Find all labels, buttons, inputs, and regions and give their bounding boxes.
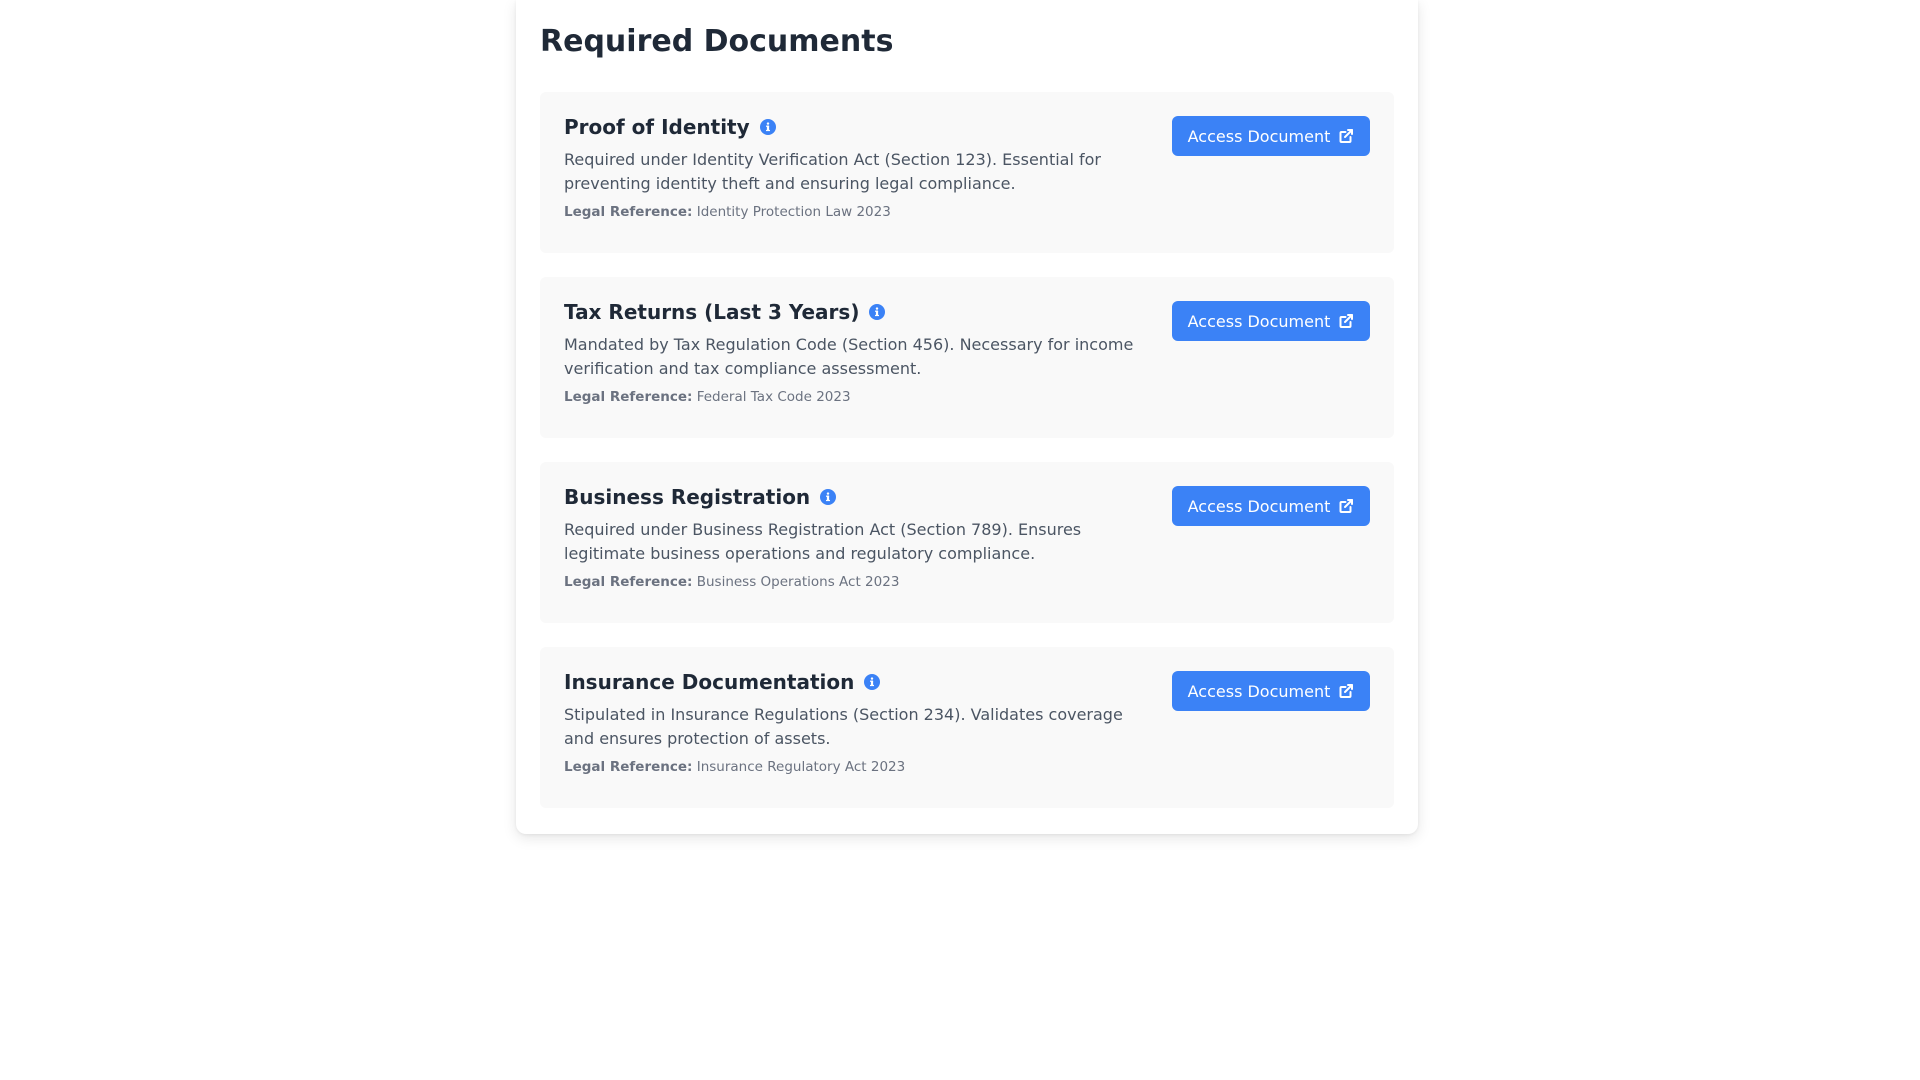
access-document-label: Access Document xyxy=(1187,681,1331,701)
access-document-button[interactable]: Access Document xyxy=(1172,486,1370,526)
document-card-content: Proof of Identity Required under Identit… xyxy=(564,112,1148,222)
document-card-content: Insurance Documentation Stipulated in In… xyxy=(564,667,1148,777)
access-document-label: Access Document xyxy=(1187,126,1331,146)
legal-reference-value: Business Operations Act 2023 xyxy=(696,574,900,590)
legal-reference: Legal Reference: Identity Protection Law… xyxy=(564,202,1148,222)
document-card-tax-returns: Tax Returns (Last 3 Years) Mandated by T… xyxy=(540,277,1394,438)
document-card-content: Tax Returns (Last 3 Years) Mandated by T… xyxy=(564,297,1148,407)
access-document-button[interactable]: Access Document xyxy=(1172,671,1370,711)
legal-reference-label: Legal Reference: xyxy=(564,574,693,590)
legal-reference-value: Identity Protection Law 2023 xyxy=(696,204,891,220)
legal-reference-value: Insurance Regulatory Act 2023 xyxy=(696,759,906,775)
legal-reference-value: Federal Tax Code 2023 xyxy=(696,389,851,405)
document-description: Required under Identity Verification Act… xyxy=(564,150,1101,193)
legal-reference-label: Legal Reference: xyxy=(564,204,693,220)
info-icon[interactable] xyxy=(869,304,886,320)
document-card-proof-of-identity: Proof of Identity Required under Identit… xyxy=(540,92,1394,253)
document-description: Stipulated in Insurance Regulations (Sec… xyxy=(564,705,1123,748)
document-list: Proof of Identity Required under Identit… xyxy=(540,92,1394,808)
access-document-label: Access Document xyxy=(1187,311,1331,331)
access-document-label: Access Document xyxy=(1187,496,1331,516)
access-document-button[interactable]: Access Document xyxy=(1172,116,1370,156)
page-title: Required Documents xyxy=(540,24,894,59)
document-title: Proof of Identity xyxy=(564,115,750,139)
required-documents-panel: Required Documents Proof of Identity Req… xyxy=(516,0,1418,834)
info-icon[interactable] xyxy=(864,674,881,690)
document-card-business-registration: Business Registration Required under Bus… xyxy=(540,462,1394,623)
external-link-icon xyxy=(1338,498,1354,514)
document-title-row: Proof of Identity xyxy=(564,112,1148,142)
document-title: Insurance Documentation xyxy=(564,670,855,694)
legal-reference: Legal Reference: Insurance Regulatory Ac… xyxy=(564,757,1148,777)
legal-reference-label: Legal Reference: xyxy=(564,759,693,775)
external-link-icon xyxy=(1338,313,1354,329)
external-link-icon xyxy=(1338,683,1354,699)
info-icon[interactable] xyxy=(820,489,837,505)
document-title: Tax Returns (Last 3 Years) xyxy=(564,300,860,324)
legal-reference: Legal Reference: Federal Tax Code 2023 xyxy=(564,387,1148,407)
document-card-insurance-documentation: Insurance Documentation Stipulated in In… xyxy=(540,647,1394,808)
legal-reference: Legal Reference: Business Operations Act… xyxy=(564,572,1148,592)
document-title: Business Registration xyxy=(564,485,811,509)
document-title-row: Tax Returns (Last 3 Years) xyxy=(564,297,1148,327)
document-description: Required under Business Registration Act… xyxy=(564,520,1082,563)
document-title-row: Business Registration xyxy=(564,482,1148,512)
access-document-button[interactable]: Access Document xyxy=(1172,301,1370,341)
document-title-row: Insurance Documentation xyxy=(564,667,1148,697)
document-card-content: Business Registration Required under Bus… xyxy=(564,482,1148,592)
info-icon[interactable] xyxy=(759,119,776,135)
document-description: Mandated by Tax Regulation Code (Section… xyxy=(564,335,1134,378)
external-link-icon xyxy=(1338,128,1354,144)
legal-reference-label: Legal Reference: xyxy=(564,389,693,405)
